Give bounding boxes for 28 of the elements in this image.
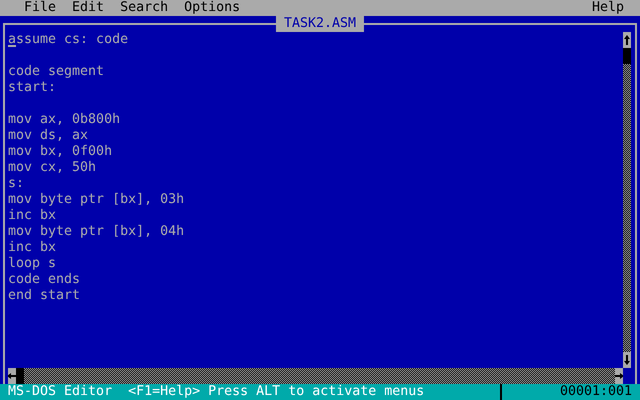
code-line: mov ds, ax: [8, 128, 88, 144]
down-arrow-icon[interactable]: [623, 352, 631, 368]
cursor-position: 00001:001: [560, 384, 632, 400]
scroll-thumb[interactable]: [16, 368, 24, 384]
code-line: inc bx: [8, 240, 56, 256]
code-line: code ends: [8, 272, 80, 288]
code-line: start:: [8, 80, 56, 96]
code-area[interactable]: assume cs: code code segment start: mov ax, 0b800h mov ds, ax mov bx, 0f00h mov cx, 50h s: mov byte ptr [bx], 03h inc bx mov byte ptr [bx], 04h inc bx loop s code ends end start: [5, 32, 623, 368]
menu-item[interactable]: Options: [176, 0, 248, 16]
menu-item[interactable]: Help: [584, 0, 632, 16]
code-line: code segment: [8, 64, 104, 80]
code-line: inc bx: [8, 208, 56, 224]
code-line: mov ax, 0b800h: [8, 112, 120, 128]
up-arrow-icon[interactable]: [623, 32, 631, 48]
code-line: mov cx, 50h: [8, 160, 96, 176]
code-line: mov byte ptr [bx], 04h: [8, 224, 184, 240]
code-line: mov bx, 0f00h: [8, 144, 112, 160]
code-line: loop s: [8, 256, 56, 272]
code-line: assume cs: code: [8, 32, 128, 48]
code-line: s:: [8, 176, 24, 192]
file-title: TASK2.ASM: [276, 16, 364, 32]
code-line: mov byte ptr [bx], 03h: [8, 192, 184, 208]
scroll-thumb[interactable]: [623, 48, 631, 64]
status-message: MS-DOS Editor <F1=Help> Press ALT to activate menus: [8, 384, 424, 400]
menu-item[interactable]: Edit: [64, 0, 112, 16]
code-line: end start: [8, 288, 80, 304]
menu-item[interactable]: Search: [112, 0, 176, 16]
menu-item[interactable]: File: [16, 0, 64, 16]
